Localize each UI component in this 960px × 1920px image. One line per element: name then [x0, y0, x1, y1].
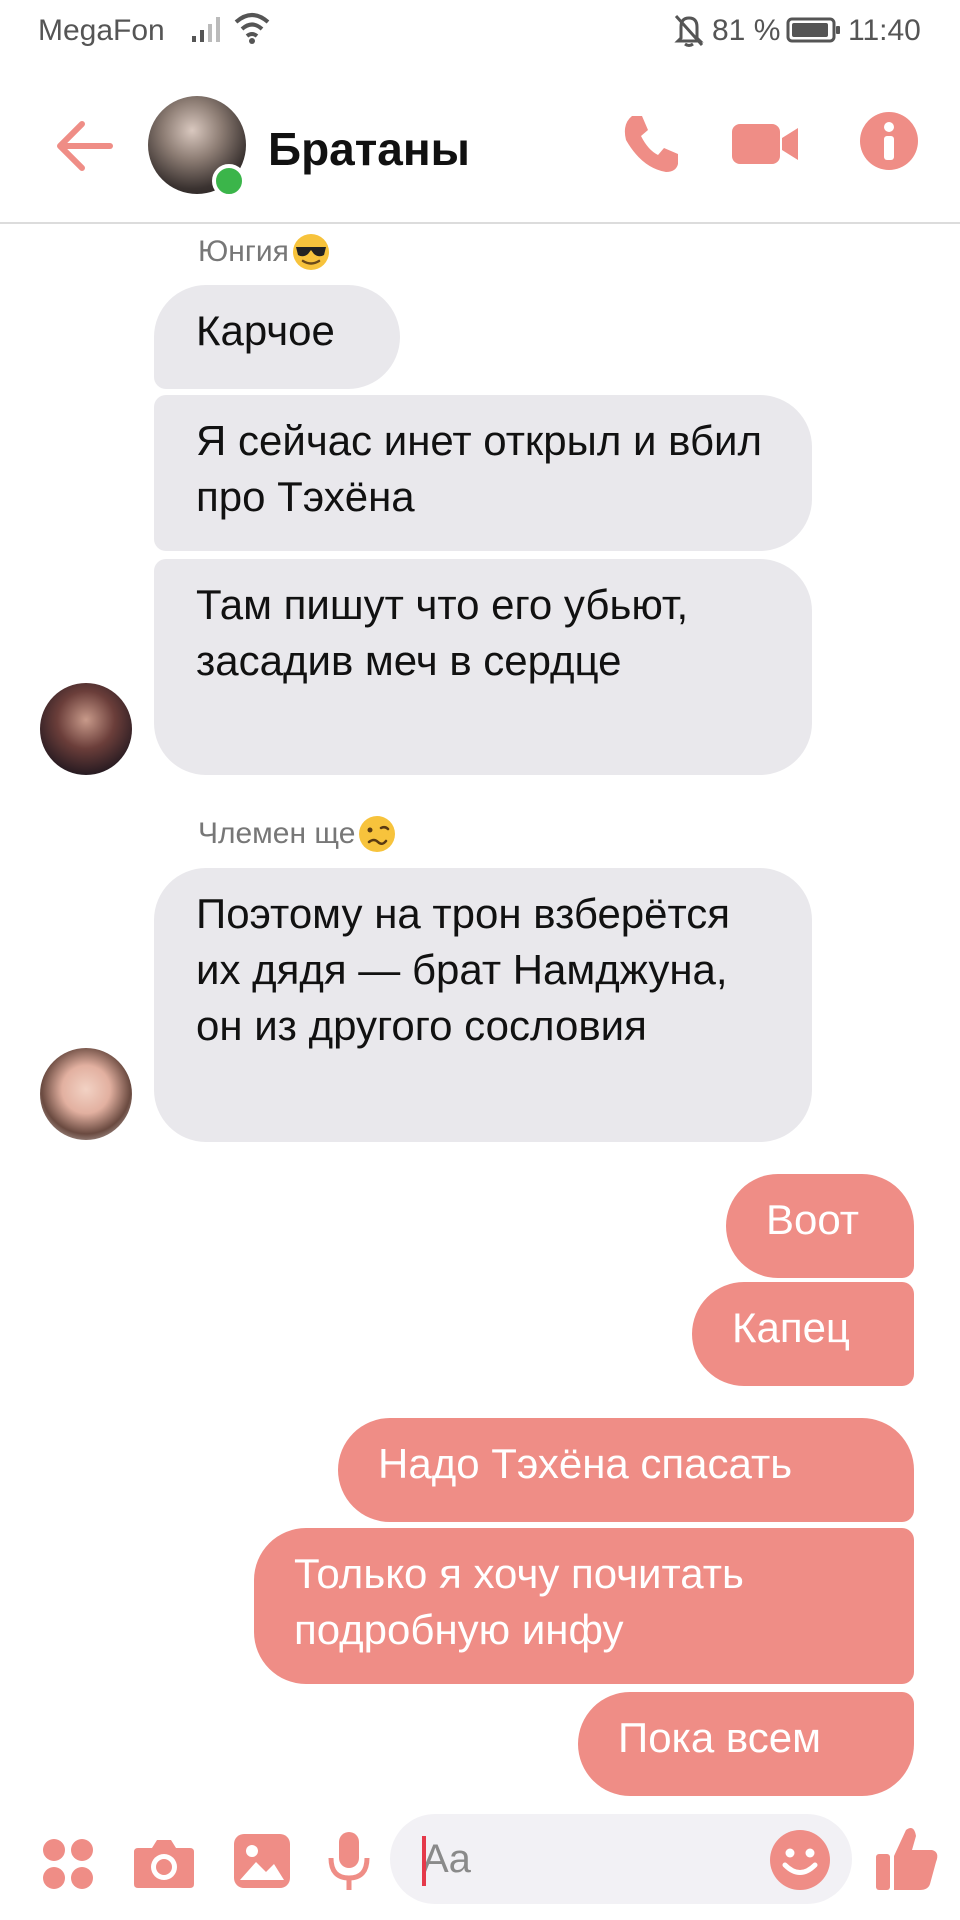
clock: 11:40	[848, 14, 921, 47]
message-bubble-incoming[interactable]: Я сейчас инет открыл и вбил про Тэхёна	[154, 395, 812, 551]
message-bubble-outgoing[interactable]: Воот	[726, 1174, 914, 1278]
sender-name-text: Юнгия	[198, 235, 289, 268]
microphone-icon[interactable]	[326, 1830, 372, 1894]
chat-title[interactable]: Братаны	[268, 122, 470, 176]
gallery-icon[interactable]	[232, 1832, 292, 1890]
battery-icon	[786, 17, 840, 43]
carrier-name: MegaFon	[38, 14, 165, 47]
message-bubble-outgoing[interactable]: Только я хочу почитать подробную инфу	[254, 1528, 914, 1684]
sender-avatar[interactable]	[40, 1048, 132, 1140]
message-bubble-outgoing[interactable]: Надо Тэхёна спасать	[338, 1418, 914, 1522]
thumbs-up-icon[interactable]	[874, 1822, 940, 1894]
video-camera-icon[interactable]	[730, 116, 802, 172]
info-icon[interactable]	[858, 110, 920, 172]
status-bar: MegaFon 81 % 11:40	[0, 0, 960, 66]
composer-bar	[0, 1800, 960, 1920]
apps-icon[interactable]	[40, 1836, 96, 1892]
sender-avatar[interactable]	[40, 683, 132, 775]
wifi-icon	[234, 13, 270, 44]
chat-header: Братаны	[0, 80, 960, 224]
message-bubble-incoming[interactable]: Карчое	[154, 285, 400, 389]
online-status-dot	[212, 164, 246, 198]
message-bubble-incoming[interactable]: Поэтому на трон взберётся их дядя — брат…	[154, 868, 812, 1142]
signal-icon	[192, 17, 220, 42]
sender-name-text: Члемен ще	[198, 817, 356, 850]
sender-name: Члемен ще	[198, 814, 397, 854]
back-arrow-icon[interactable]	[52, 114, 116, 178]
message-bubble-outgoing[interactable]: Пока всем	[578, 1692, 914, 1796]
smiling-face-with-sunglasses-icon	[292, 234, 329, 270]
message-bubble-outgoing[interactable]: Капец	[692, 1282, 914, 1386]
battery-percent: 81 %	[712, 14, 781, 47]
message-bubble-incoming[interactable]: Там пишут что его убьют, засадив меч в с…	[154, 559, 812, 775]
sender-name: Юнгия	[198, 232, 331, 272]
emoji-icon[interactable]	[768, 1828, 832, 1892]
camera-icon[interactable]	[132, 1834, 196, 1890]
text-caret	[422, 1836, 426, 1886]
phone-icon[interactable]	[620, 112, 686, 178]
woozy-face-icon	[359, 816, 396, 852]
bell-off-icon	[674, 14, 704, 47]
